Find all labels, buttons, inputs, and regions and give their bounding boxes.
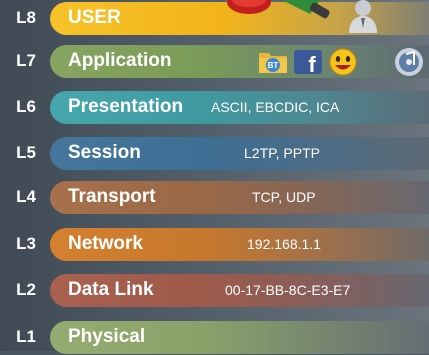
layer-tag: L1 bbox=[16, 327, 36, 346]
layer-name: Network bbox=[68, 233, 143, 254]
layer-row-l8: L8 USER bbox=[0, 0, 429, 36]
layer-example: 192.168.1.1 bbox=[247, 236, 321, 252]
facebook-icon: f bbox=[293, 49, 323, 80]
svg-text:BT: BT bbox=[268, 61, 279, 70]
layer-row-l4: L4 Transport TCP, UDP bbox=[0, 179, 429, 215]
red-cone-icon bbox=[226, 0, 272, 21]
layer-row-l6: L6 Presentation ASCII, EBCDIC, ICA bbox=[0, 89, 429, 125]
layer-name: Presentation bbox=[68, 96, 184, 117]
layer-tag: L3 bbox=[16, 234, 36, 253]
layer-row-l2: L2 Data Link 00-17-BB-8C-E3-E7 bbox=[0, 272, 429, 308]
layer-tag: L4 bbox=[16, 187, 36, 206]
svg-text:f: f bbox=[308, 52, 316, 75]
layer-row-l5: L5 Session L2TP, PPTP bbox=[0, 135, 429, 171]
layer-example: TCP, UDP bbox=[252, 189, 316, 205]
layer-name: Session bbox=[68, 142, 141, 163]
green-cone-icon bbox=[280, 0, 332, 25]
layer-row-l3: L3 Network 192.168.1.1 bbox=[0, 226, 429, 262]
person-icon bbox=[345, 0, 379, 38]
layer-tag: L8 bbox=[16, 8, 36, 27]
layer-name: USER bbox=[68, 7, 121, 28]
layer-tag: L2 bbox=[16, 280, 36, 299]
layer-tag: L5 bbox=[16, 143, 36, 162]
layer-name: Physical bbox=[68, 326, 146, 347]
layer-tag: L7 bbox=[16, 51, 36, 70]
layer-example: 00-17-BB-8C-E3-E7 bbox=[225, 282, 351, 298]
layer-example: L2TP, PPTP bbox=[244, 145, 321, 161]
bittorrent-folder-icon: BT bbox=[258, 48, 288, 79]
smiley-messenger-icon bbox=[328, 48, 358, 81]
layer-tag: L6 bbox=[16, 97, 36, 116]
itunes-music-icon bbox=[392, 47, 426, 82]
layer-row-l1: L1 Physical bbox=[0, 319, 429, 355]
layer-name: Application bbox=[68, 50, 172, 71]
layer-name: Transport bbox=[68, 186, 156, 207]
layer-example: ASCII, EBCDIC, ICA bbox=[211, 99, 340, 115]
layer-name: Data Link bbox=[68, 279, 154, 300]
layer-row-l7: L7 Application BT f bbox=[0, 43, 429, 79]
osi-diagram: L8 USER L7 Application BT f L6 Presentat… bbox=[0, 0, 429, 354]
